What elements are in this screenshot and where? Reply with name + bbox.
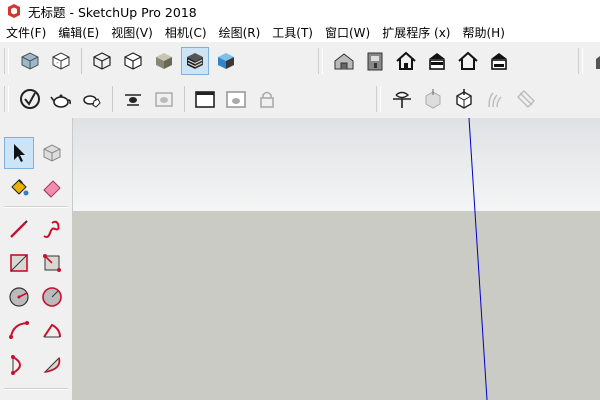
teapot-hand-icon[interactable] <box>78 85 106 113</box>
share-model-icon[interactable] <box>454 47 482 75</box>
toolbar-separator <box>112 86 113 112</box>
extension-warehouse-icon[interactable] <box>361 47 389 75</box>
menu-window[interactable]: 窗口(W) <box>319 24 376 41</box>
getting-started-toolbar <box>4 85 281 113</box>
toolbar-grip[interactable] <box>318 48 323 74</box>
two-point-arc-icon[interactable] <box>37 315 67 347</box>
menu-extensions[interactable]: 扩展程序 (x) <box>376 24 456 41</box>
rectangle-icon[interactable] <box>4 247 34 279</box>
window-icon[interactable] <box>191 85 219 113</box>
toolbar-grip[interactable] <box>4 86 9 112</box>
toolbar-grip[interactable] <box>376 86 381 112</box>
shaded-icon[interactable] <box>150 47 178 75</box>
smoove-icon[interactable] <box>481 85 509 113</box>
menu-view[interactable]: 视图(V) <box>105 24 159 41</box>
section-toolbar <box>376 85 540 113</box>
toolbar-row-2 <box>0 80 600 118</box>
styles-toolbar <box>4 47 240 75</box>
pie-icon[interactable] <box>37 349 67 381</box>
axes-overlay <box>468 118 488 400</box>
circle-icon[interactable] <box>4 281 34 313</box>
freehand-icon[interactable] <box>37 213 67 245</box>
eraser-icon[interactable] <box>37 171 67 203</box>
title-bar: 无标题 - SketchUp Pro 2018 <box>0 0 600 22</box>
paint-bucket-icon[interactable] <box>4 171 34 203</box>
toolbar-separator <box>81 48 82 74</box>
share-component-icon[interactable] <box>485 47 513 75</box>
menu-bar: 文件(F) 编辑(E) 视图(V) 相机(C) 绘图(R) 工具(T) 窗口(W… <box>0 22 600 42</box>
toolbar-grip[interactable] <box>4 48 9 74</box>
drawing-viewport[interactable] <box>73 118 600 400</box>
monochrome-icon[interactable] <box>212 47 240 75</box>
teapot-icon[interactable] <box>47 85 75 113</box>
menu-camera[interactable]: 相机(C) <box>159 24 213 41</box>
toolbar-separator <box>184 86 185 112</box>
menu-help[interactable]: 帮助(H) <box>456 24 510 41</box>
three-point-arc-icon[interactable] <box>4 349 34 381</box>
rotated-rectangle-icon[interactable] <box>37 247 67 279</box>
menu-draw[interactable]: 绘图(R) <box>213 24 267 41</box>
sketchup-logo-icon <box>8 4 20 18</box>
polygon-icon[interactable] <box>37 281 67 313</box>
hidden-line-icon[interactable] <box>119 47 147 75</box>
tool-palette <box>0 118 73 400</box>
make-component-icon[interactable] <box>37 137 67 169</box>
blue-axis <box>468 118 488 400</box>
shaded-with-textures-icon[interactable] <box>181 47 209 75</box>
select-arrow-icon[interactable] <box>4 137 34 169</box>
get-models-icon[interactable] <box>423 47 451 75</box>
menu-tools[interactable]: 工具(T) <box>266 24 319 41</box>
getting-started-icon[interactable] <box>16 85 44 113</box>
toolbar-grip[interactable] <box>578 48 583 74</box>
scene-icon[interactable] <box>119 85 147 113</box>
section-cut-icon[interactable] <box>450 85 478 113</box>
pencil-line-icon[interactable] <box>4 213 34 245</box>
3d-warehouse-icon[interactable] <box>330 47 358 75</box>
window-title: 无标题 - SketchUp Pro 2018 <box>28 4 197 20</box>
arc-icon[interactable] <box>4 315 34 347</box>
lock-icon[interactable] <box>253 85 281 113</box>
back-edges-icon[interactable] <box>47 47 75 75</box>
toolbar-overflow-icon[interactable] <box>590 47 600 75</box>
window-teapot-icon[interactable] <box>222 85 250 113</box>
stamp-icon[interactable] <box>512 85 540 113</box>
section-plane-icon[interactable] <box>388 85 416 113</box>
home-view-icon[interactable] <box>392 47 420 75</box>
toolbar-row-1 <box>0 42 600 80</box>
palette-divider <box>4 206 68 208</box>
next-toolbar-partial <box>578 47 600 75</box>
xray-icon[interactable] <box>16 47 44 75</box>
wireframe-icon[interactable] <box>88 47 116 75</box>
menu-file[interactable]: 文件(F) <box>0 24 52 41</box>
scene-settings-icon[interactable] <box>150 85 178 113</box>
menu-edit[interactable]: 编辑(E) <box>52 24 105 41</box>
warehouse-toolbar <box>318 47 513 75</box>
palette-divider <box>4 388 68 390</box>
show-section-icon[interactable] <box>419 85 447 113</box>
